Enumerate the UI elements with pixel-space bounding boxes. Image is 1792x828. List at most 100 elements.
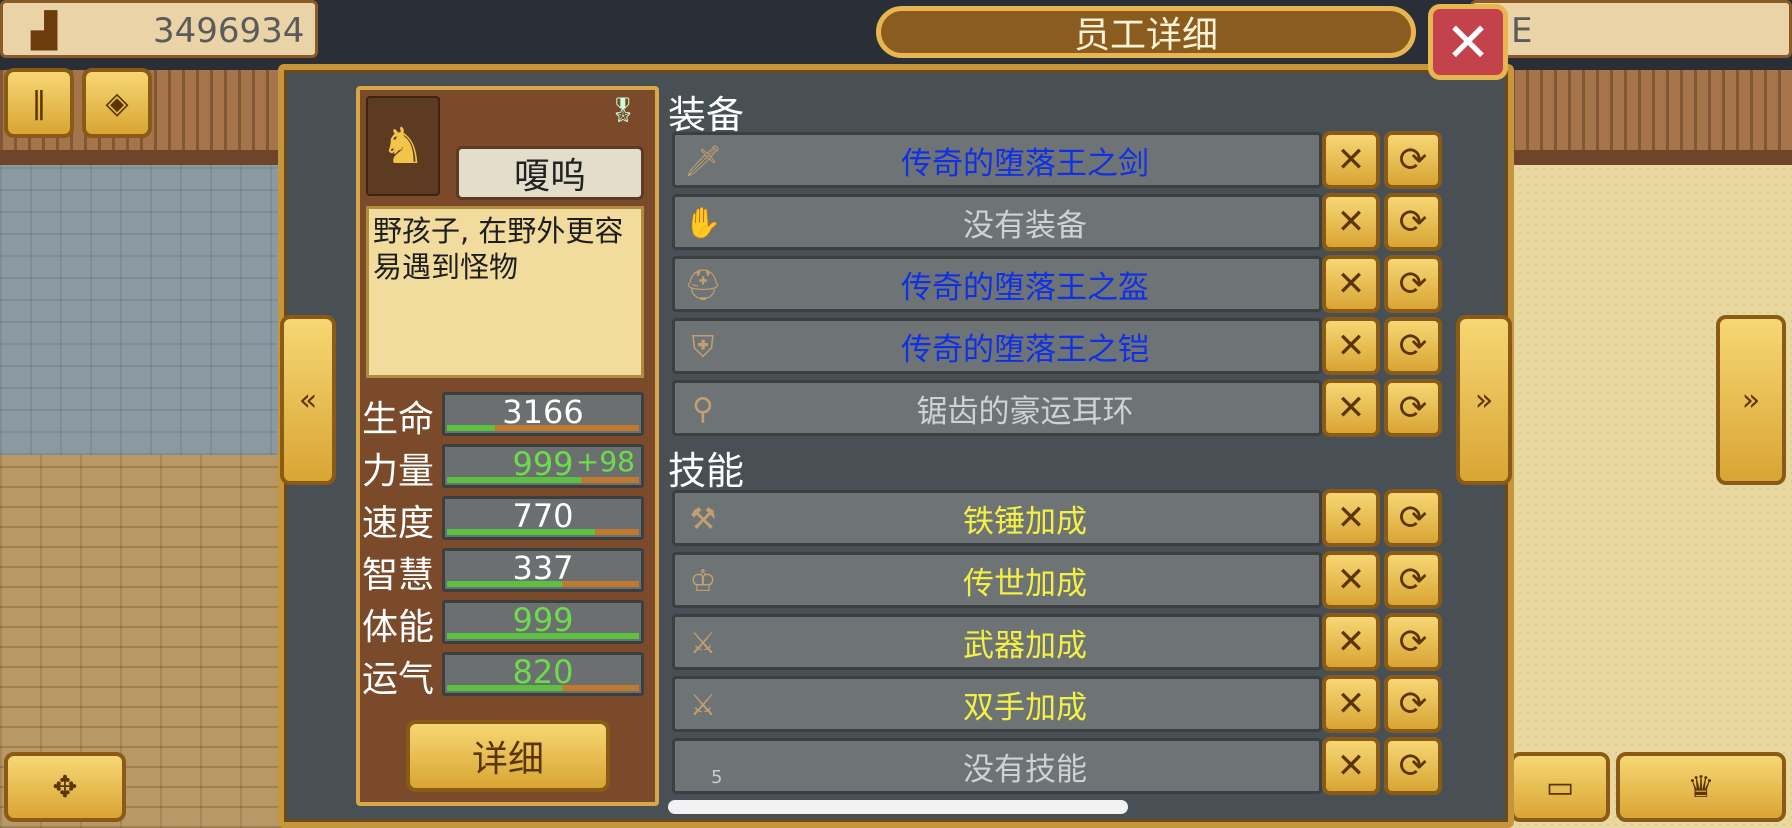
- greatsword-icon: ⚔: [689, 687, 717, 723]
- remove-button[interactable]: ✕: [1322, 551, 1380, 609]
- slot-badge: 5: [711, 767, 723, 788]
- background-sand-floor: [1500, 165, 1792, 828]
- stat-label: 体能: [362, 607, 435, 648]
- swap-icon: ⟳: [1398, 498, 1428, 538]
- stat-label: 运气: [362, 659, 435, 700]
- stat-track: [447, 477, 639, 483]
- slot-name: 武器加成: [963, 627, 1087, 664]
- earring-icon: ⚲: [692, 391, 714, 427]
- left-arrow-icon: «: [298, 382, 318, 418]
- crown-button[interactable]: ♛: [1616, 752, 1786, 822]
- remove-button[interactable]: ✕: [1322, 131, 1380, 189]
- move-icon: ✥: [52, 769, 78, 805]
- swap-button[interactable]: ⟳: [1384, 317, 1442, 375]
- swap-button[interactable]: ⟳: [1384, 255, 1442, 313]
- gems-button[interactable]: ◈: [82, 68, 152, 138]
- background-stone-floor: [0, 165, 300, 455]
- slot-row[interactable]: ⛨ 传奇的堕落王之铠: [672, 318, 1322, 374]
- next-employee-button[interactable]: »: [1456, 315, 1512, 485]
- move-button[interactable]: ✥: [4, 752, 126, 822]
- remove-button[interactable]: ✕: [1322, 317, 1380, 375]
- swap-icon: ⟳: [1398, 746, 1428, 786]
- slot-row[interactable]: ⚔ 武器加成: [672, 614, 1322, 670]
- slot-row[interactable]: 🗡 传奇的堕落王之剑: [672, 132, 1322, 188]
- slot-name: 锯齿的豪运耳环: [916, 393, 1134, 430]
- stat-bar: 999: [442, 600, 644, 644]
- pause-button[interactable]: ‖: [4, 68, 74, 138]
- x-icon: ✕: [1336, 140, 1366, 180]
- character-name[interactable]: 嗄呜: [456, 146, 644, 200]
- slot-name: 传奇的堕落王之盔: [901, 269, 1149, 306]
- scroll-icon: ▭: [1545, 769, 1575, 805]
- world-next-button[interactable]: »: [1716, 315, 1786, 485]
- swap-button[interactable]: ⟳: [1384, 737, 1442, 795]
- remove-button[interactable]: ✕: [1322, 489, 1380, 547]
- swap-icon: ⟳: [1398, 560, 1428, 600]
- slot-name: 没有技能: [963, 751, 1087, 788]
- sword-icon: 🗡: [683, 143, 723, 179]
- equipment-title: 装备: [668, 93, 745, 137]
- stat-label: 速度: [362, 503, 435, 544]
- close-button[interactable]: ✕: [1428, 4, 1508, 80]
- lion-warrior-icon: ♞: [380, 117, 426, 175]
- x-icon: ✕: [1336, 388, 1366, 428]
- money-bar: ▟ 3496934: [0, 0, 318, 58]
- gems-icon: ◈: [105, 85, 129, 121]
- x-icon: ✕: [1336, 746, 1366, 786]
- swap-button[interactable]: ⟳: [1384, 131, 1442, 189]
- stat-fill: [447, 581, 563, 587]
- bottom-menu-button[interactable]: ▭: [1510, 752, 1610, 822]
- slot-row[interactable]: ♔ 传世加成: [672, 552, 1322, 608]
- money-value: 3496934: [153, 11, 305, 51]
- right-arrow-icon: »: [1474, 382, 1494, 418]
- stat-track: [447, 529, 639, 535]
- remove-button[interactable]: ✕: [1322, 613, 1380, 671]
- close-icon: ✕: [1445, 10, 1491, 74]
- swap-button[interactable]: ⟳: [1384, 613, 1442, 671]
- swap-button[interactable]: ⟳: [1384, 193, 1442, 251]
- character-description: 野孩子, 在野外更容易遇到怪物: [366, 206, 644, 378]
- remove-button[interactable]: ✕: [1322, 379, 1380, 437]
- slot-row[interactable]: ⚒ 铁锤加成: [672, 490, 1322, 546]
- swap-icon: ⟳: [1398, 140, 1428, 180]
- x-icon: ✕: [1336, 264, 1366, 304]
- remove-button[interactable]: ✕: [1322, 675, 1380, 733]
- skills-title: 技能: [668, 449, 745, 493]
- swap-button[interactable]: ⟳: [1384, 379, 1442, 437]
- swap-button[interactable]: ⟳: [1384, 551, 1442, 609]
- x-icon: ✕: [1336, 326, 1366, 366]
- slot-row[interactable]: 5 没有技能: [672, 738, 1322, 794]
- slot-row[interactable]: ⛑ 传奇的堕落王之盔: [672, 256, 1322, 312]
- swap-button[interactable]: ⟳: [1384, 489, 1442, 547]
- stat-fill: [447, 529, 595, 535]
- mace-icon: ⚔: [689, 625, 717, 661]
- slot-row[interactable]: ⚲ 锯齿的豪运耳环: [672, 380, 1322, 436]
- slot-row[interactable]: ⚔ 双手加成: [672, 676, 1322, 732]
- right-arrow-icon: »: [1741, 382, 1761, 418]
- stat-fill: [447, 425, 495, 431]
- stat-bonus: +98: [575, 445, 635, 478]
- remove-button[interactable]: ✕: [1322, 737, 1380, 795]
- x-icon: ✕: [1336, 622, 1366, 662]
- helmet-icon: ⛑: [683, 267, 723, 303]
- slot-name: 铁锤加成: [963, 503, 1087, 540]
- slot-row[interactable]: ✋ 没有装备: [672, 194, 1322, 250]
- stat-bar: 770: [442, 496, 644, 540]
- remove-button[interactable]: ✕: [1322, 193, 1380, 251]
- detail-button[interactable]: 详细: [406, 720, 610, 792]
- stat-label: 力量: [362, 451, 435, 492]
- stat-bar: 3166: [442, 392, 644, 436]
- scrollbar[interactable]: [668, 800, 1128, 814]
- x-icon: ✕: [1336, 202, 1366, 242]
- x-icon: ✕: [1336, 684, 1366, 724]
- portrait: ♞: [366, 96, 440, 196]
- swap-button[interactable]: ⟳: [1384, 675, 1442, 733]
- swap-icon: ⟳: [1398, 264, 1428, 304]
- stat-bar: 820: [442, 652, 644, 696]
- medal-icon: 🎖: [607, 96, 639, 124]
- remove-button[interactable]: ✕: [1322, 255, 1380, 313]
- prev-employee-button[interactable]: «: [280, 315, 336, 485]
- slot-name: 传奇的堕落王之铠: [901, 331, 1149, 368]
- swap-icon: ⟳: [1398, 202, 1428, 242]
- stat-track: [447, 581, 639, 587]
